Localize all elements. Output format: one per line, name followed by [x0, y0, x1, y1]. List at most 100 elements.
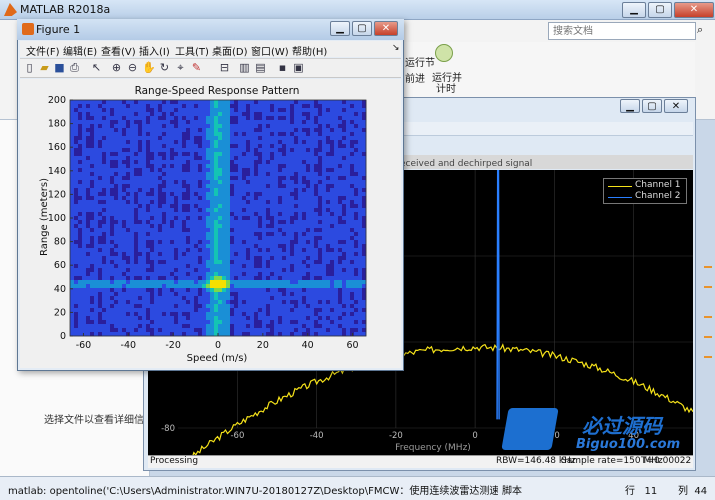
brush-icon[interactable]: ✎ — [190, 61, 203, 74]
menu-help[interactable]: 帮助(H) — [292, 43, 327, 58]
heatmap-cell — [98, 124, 103, 129]
heatmap-cell — [166, 112, 171, 117]
menu-tools[interactable]: 工具(T) — [175, 43, 209, 58]
hide-plot-tools-icon[interactable]: ▪ — [276, 61, 289, 74]
search-icon[interactable]: ⌕ — [697, 23, 709, 39]
heatmap-cell — [266, 140, 271, 145]
advance-label[interactable]: 前进 — [405, 70, 425, 85]
new-icon[interactable]: ▯ — [23, 61, 36, 74]
heatmap-cell — [274, 144, 279, 149]
maximize-button[interactable]: ▢ — [648, 2, 672, 18]
heatmap-cell — [154, 260, 159, 265]
heatmap-cell — [174, 124, 179, 129]
heatmap-cell — [346, 128, 351, 133]
zoom-out-icon[interactable]: ⊖ — [126, 61, 139, 74]
warning-marker[interactable] — [704, 356, 712, 358]
heatmap-cell — [270, 316, 275, 321]
heatmap-cell — [310, 236, 315, 241]
heatmap-cell — [158, 100, 163, 105]
heatmap-cell — [154, 172, 159, 177]
figure-canvas[interactable]: Range-Speed Response Pattern -60 -40 -20 0 2… — [20, 79, 401, 368]
heatmap-cell — [138, 276, 143, 281]
heatmap-cell — [198, 232, 203, 237]
warning-marker[interactable] — [704, 316, 712, 318]
heatmap-cell — [214, 188, 219, 193]
heatmap-cell — [166, 280, 171, 285]
sa-minimize-button[interactable]: ▁ — [620, 99, 640, 113]
close-button[interactable]: ✕ — [674, 2, 714, 18]
legend-icon[interactable]: ▤ — [254, 61, 267, 74]
warning-marker[interactable] — [704, 336, 712, 338]
figure-icon — [22, 23, 34, 35]
heatmap-cell — [90, 172, 95, 177]
heatmap-cell — [302, 264, 307, 269]
heatmap-cell — [298, 244, 303, 249]
datacursor-icon[interactable]: ⌖ — [174, 61, 187, 74]
menu-edit[interactable]: 编辑(E) — [63, 43, 97, 58]
heatmap-cell — [274, 252, 279, 257]
figure-maximize-button[interactable]: ▢ — [352, 21, 372, 36]
rotate-icon[interactable]: ↻ — [158, 61, 171, 74]
heatmap-cell — [170, 104, 175, 109]
colorbar-icon[interactable]: ▥ — [238, 61, 251, 74]
heatmap-cell — [310, 316, 315, 321]
sa-maximize-button[interactable]: ▢ — [642, 99, 662, 113]
heatmap-cell — [130, 228, 135, 233]
menu-desktop[interactable]: 桌面(D) — [212, 43, 248, 58]
save-icon[interactable]: ■ — [53, 61, 66, 74]
heatmap-cell — [266, 280, 271, 285]
heatmap-cell — [282, 128, 287, 133]
link-icon[interactable]: ⊟ — [218, 61, 231, 74]
heatmap-cell — [254, 144, 259, 149]
heatmap-cell — [254, 104, 259, 109]
heatmap-cell — [326, 160, 331, 165]
search-documentation-input[interactable] — [548, 22, 696, 40]
heatmap-cell — [330, 176, 335, 181]
run-and-time-label-2[interactable]: 计时 — [436, 80, 456, 95]
menu-file[interactable]: 文件(F) — [26, 43, 60, 58]
heatmap-cell — [170, 256, 175, 261]
heatmap-cell — [242, 300, 247, 305]
heatmap-cell — [74, 324, 79, 329]
print-icon[interactable]: ⎙ — [68, 61, 81, 74]
heatmap-cell — [150, 268, 155, 273]
heatmap-cell — [338, 308, 343, 313]
heatmap-cell — [346, 212, 351, 217]
pan-icon[interactable]: ✋ — [142, 61, 156, 74]
run-and-time-icon[interactable] — [435, 44, 453, 62]
pointer-icon[interactable]: ↖ — [90, 61, 103, 74]
zoom-in-icon[interactable]: ⊕ — [110, 61, 123, 74]
warning-marker[interactable] — [704, 286, 712, 288]
show-plot-tools-icon[interactable]: ▣ — [292, 61, 305, 74]
warning-marker[interactable] — [704, 266, 712, 268]
heatmap-cell — [146, 192, 151, 197]
heatmap-cell — [94, 320, 99, 325]
menu-dock-icon[interactable]: ↘ — [392, 43, 400, 53]
sa-close-button[interactable]: ✕ — [664, 99, 688, 113]
heatmap-cell — [318, 136, 323, 141]
heatmap-cell — [294, 252, 299, 257]
heatmap-cell — [218, 176, 223, 181]
heatmap-cell — [306, 172, 311, 177]
figure-minimize-button[interactable]: ▁ — [330, 21, 350, 36]
heatmap-cell — [358, 160, 363, 165]
open-icon[interactable]: ▰ — [38, 61, 51, 74]
menu-view[interactable]: 查看(V) — [101, 43, 136, 58]
heatmap-cell — [170, 272, 175, 277]
heatmap-cell — [110, 328, 115, 333]
heatmap-cell — [242, 136, 247, 141]
menu-insert[interactable]: 插入(I) — [139, 43, 170, 58]
minimize-button[interactable]: ▁ — [622, 2, 646, 18]
menu-window[interactable]: 窗口(W) — [251, 43, 289, 58]
figure-close-button[interactable]: ✕ — [374, 21, 398, 36]
heatmap-cell — [142, 156, 147, 161]
heatmap-cell — [254, 128, 259, 133]
heatmap-cell — [174, 168, 179, 173]
heatmap-cell — [98, 300, 103, 305]
heatmap-cell — [226, 188, 231, 193]
heatmap-cell — [170, 260, 175, 265]
heatmap-cell — [350, 260, 355, 265]
run-section-label[interactable]: 运行节 — [405, 54, 435, 69]
col-label: 列 — [678, 486, 688, 497]
heatmap-cell — [114, 316, 119, 321]
